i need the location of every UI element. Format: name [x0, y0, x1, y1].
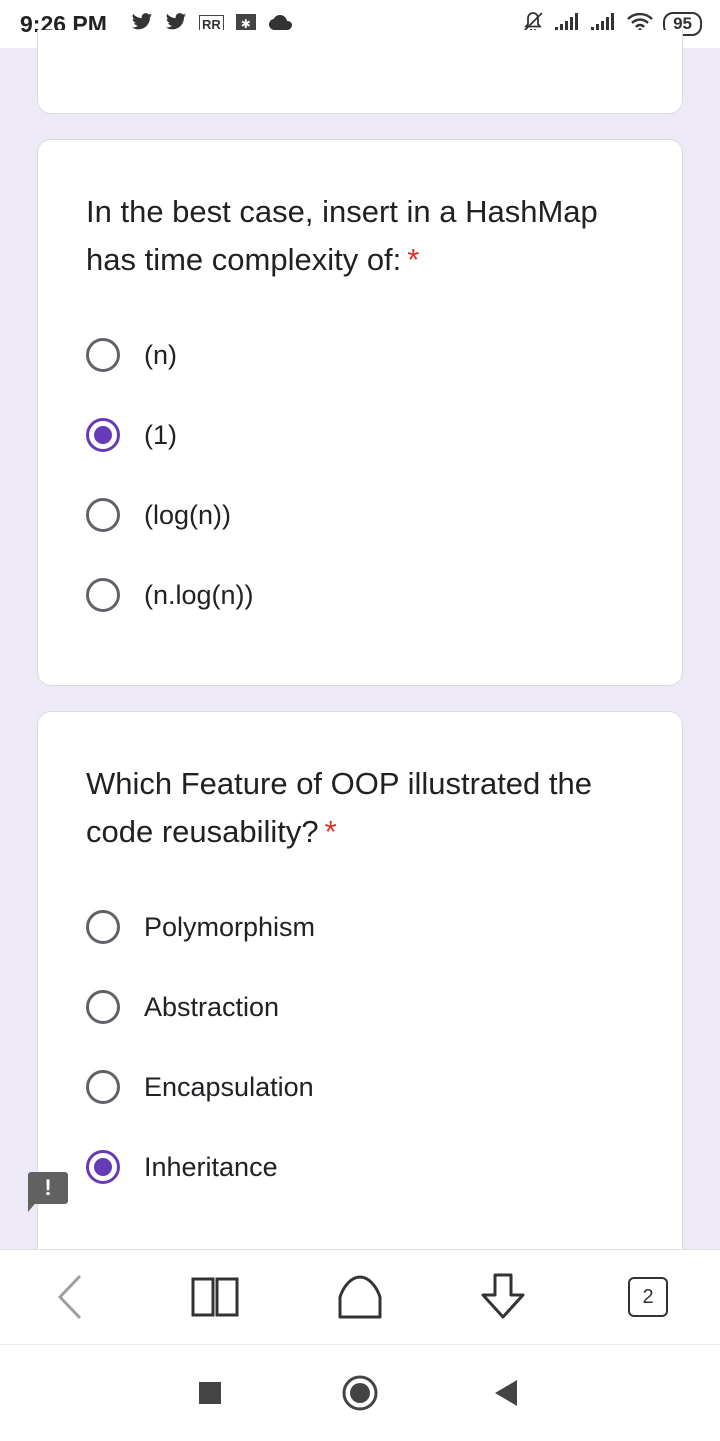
- bookmarks-button[interactable]: [190, 1272, 240, 1322]
- bookmarks-icon: [191, 1277, 239, 1317]
- home-icon: [338, 1275, 382, 1319]
- radio-option[interactable]: (1): [86, 413, 177, 457]
- radio-button[interactable]: [86, 498, 120, 532]
- browser-toolbar: 2: [0, 1249, 720, 1345]
- option-label: (log(n)): [144, 499, 232, 530]
- download-button[interactable]: [478, 1272, 528, 1322]
- radio-option[interactable]: (log(n)): [86, 493, 231, 537]
- tabs-icon[interactable]: 2: [628, 1277, 668, 1317]
- option-label: (n.log(n)): [144, 579, 254, 610]
- system-navigation-bar: [0, 1344, 720, 1441]
- question-text: Which Feature of OOP illustrated the cod…: [86, 766, 592, 849]
- feedback-tail: [28, 1200, 38, 1212]
- option-label: (1): [144, 419, 177, 450]
- back-triangle-icon: [495, 1380, 517, 1406]
- radio-button-selected[interactable]: [86, 1150, 120, 1184]
- home-nav-button[interactable]: [338, 1371, 382, 1415]
- recents-icon: [199, 1382, 221, 1404]
- radio-option[interactable]: Abstraction: [86, 985, 279, 1029]
- recents-button[interactable]: [188, 1371, 232, 1415]
- radio-button[interactable]: [86, 910, 120, 944]
- radio-button-selected[interactable]: [86, 418, 120, 452]
- radio-option[interactable]: (n.log(n)): [86, 573, 254, 617]
- previous-question-card: [37, 30, 683, 114]
- radio-button[interactable]: [86, 1070, 120, 1104]
- required-asterisk: *: [407, 242, 420, 277]
- download-icon: [481, 1273, 525, 1319]
- radio-option[interactable]: Inheritance: [86, 1145, 278, 1189]
- option-label: Inheritance: [144, 1151, 278, 1182]
- radio-button[interactable]: [86, 578, 120, 612]
- radio-option[interactable]: (n): [86, 333, 177, 377]
- back-button[interactable]: [46, 1272, 96, 1322]
- radio-button[interactable]: [86, 990, 120, 1024]
- question-card: In the best case, insert in a HashMap ha…: [37, 139, 683, 686]
- question-text: In the best case, insert in a HashMap ha…: [86, 194, 598, 277]
- radio-option[interactable]: Polymorphism: [86, 905, 315, 949]
- option-label: Polymorphism: [144, 911, 316, 942]
- back-nav-button[interactable]: [484, 1371, 528, 1415]
- required-asterisk: *: [324, 814, 337, 849]
- radio-button[interactable]: [86, 338, 120, 372]
- option-label: (n): [144, 339, 177, 370]
- question-title: In the best case, insert in a HashMap ha…: [86, 188, 642, 284]
- question-card: Which Feature of OOP illustrated the cod…: [37, 711, 683, 1311]
- radio-option[interactable]: Encapsulation: [86, 1065, 314, 1109]
- tabs-button[interactable]: 2: [623, 1272, 673, 1322]
- back-icon: [57, 1274, 82, 1320]
- option-label: Encapsulation: [144, 1071, 314, 1102]
- question-title: Which Feature of OOP illustrated the cod…: [86, 760, 642, 856]
- home-circle-icon: [342, 1375, 378, 1411]
- option-label: Abstraction: [144, 991, 280, 1022]
- home-button[interactable]: [335, 1272, 385, 1322]
